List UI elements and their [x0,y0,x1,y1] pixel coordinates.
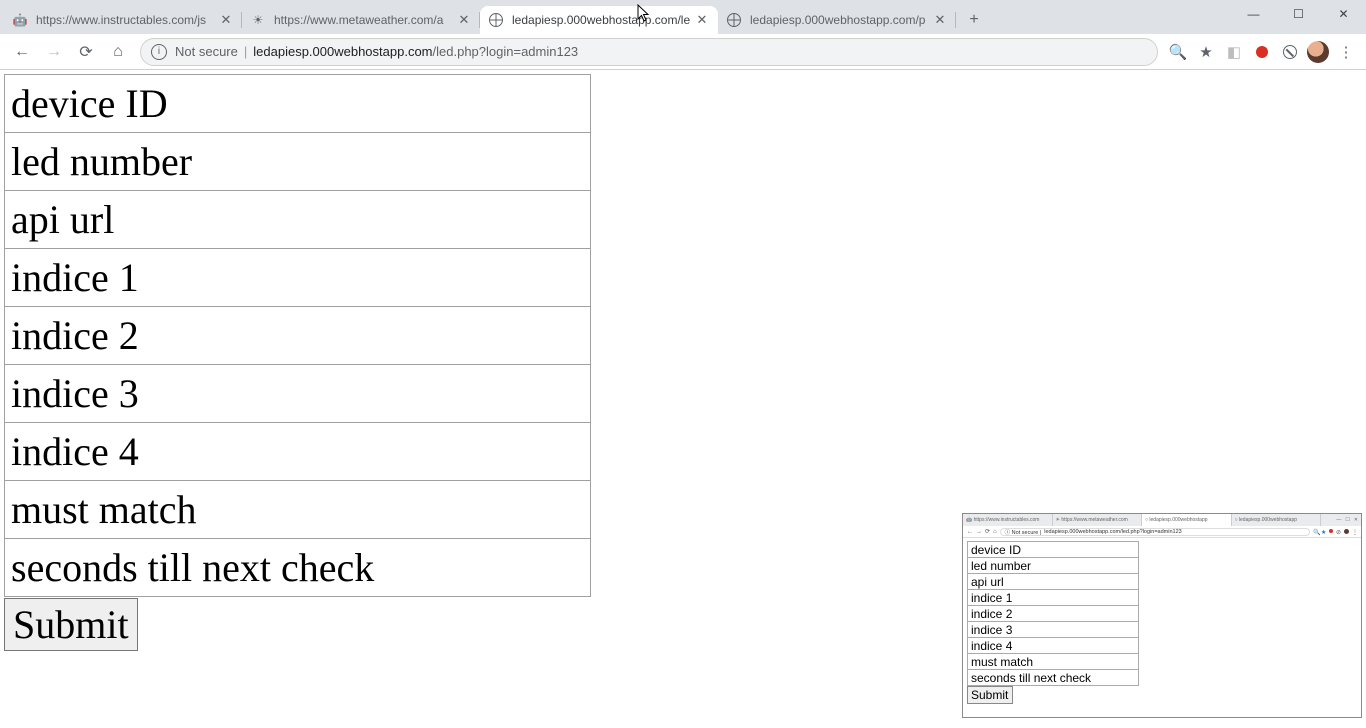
api-url-input[interactable] [4,190,591,249]
tab-ledapiesp-active[interactable]: ledapiesp.000webhostapp.com/le ✕ [480,6,718,34]
url-host: ledapiesp.000webhostapp.com [253,44,432,59]
seconds-input[interactable] [4,538,591,597]
browser-chrome: 🤖 https://www.instructables.com/js ✕ ☀ h… [0,0,1366,70]
mini-tab: ☀ https://www.metaweather.com [1053,514,1143,526]
tab-instructables[interactable]: 🤖 https://www.instructables.com/js ✕ [4,6,242,34]
block-icon[interactable] [1276,38,1304,66]
extension-icon[interactable]: ◧ [1220,38,1248,66]
security-status: Not secure [175,44,238,59]
tab-ledapiesp-2[interactable]: ledapiesp.000webhostapp.com/p ✕ [718,6,956,34]
maximize-button[interactable]: ☐ [1276,0,1321,28]
mini-field: api url [967,573,1139,590]
mini-tab: ○ ledapiesp.000webhostapp [1232,514,1322,526]
tab-title: https://www.metaweather.com/a [274,13,456,27]
indice-2-input[interactable] [4,306,591,365]
tab-title: ledapiesp.000webhostapp.com/le [512,13,694,27]
mini-tab: 🤖 https://www.instructables.com [963,514,1053,526]
menu-button[interactable]: ⋮ [1332,38,1360,66]
back-button[interactable]: ← [8,38,36,66]
close-icon[interactable]: ✕ [456,12,472,28]
minimize-button[interactable]: — [1231,0,1276,28]
address-bar[interactable]: i Not secure | ledapiesp.000webhostapp.c… [140,38,1158,66]
mini-url: ledapiesp.000webhostapp.com/led.php?logi… [1044,529,1181,535]
close-window-button[interactable]: ✕ [1321,0,1366,28]
mini-field: must match [967,653,1139,670]
separator: | [244,44,247,59]
submit-button[interactable]: Submit [4,598,138,651]
led-number-input[interactable] [4,132,591,191]
url-path: /led.php?login=admin123 [433,44,579,59]
mini-field: indice 3 [967,621,1139,638]
close-icon[interactable]: ✕ [694,12,710,28]
zoom-icon[interactable]: 🔍 [1164,38,1192,66]
toolbar: ← → ⟳ ⌂ i Not secure | ledapiesp.000webh… [0,34,1366,70]
site-info-icon[interactable]: i [151,44,167,60]
close-icon[interactable]: ✕ [218,12,234,28]
globe-favicon-icon [488,12,504,28]
mini-field: device ID [967,541,1139,558]
home-button[interactable]: ⌂ [104,38,132,66]
mini-field: indice 1 [967,589,1139,606]
indice-3-input[interactable] [4,364,591,423]
mini-field: indice 4 [967,637,1139,654]
mini-tab: ○ ledapiesp.000webhostapp [1142,514,1232,526]
device-id-input[interactable] [4,74,591,133]
new-tab-button[interactable]: + [960,6,988,34]
profile-avatar[interactable] [1304,38,1332,66]
forward-button[interactable]: → [40,38,68,66]
tab-title: ledapiesp.000webhostapp.com/p [750,13,932,27]
instructables-favicon-icon: 🤖 [12,12,28,28]
mini-field: led number [967,557,1139,574]
window-controls: — ☐ ✕ [1231,0,1366,28]
must-match-input[interactable] [4,480,591,539]
mini-field: indice 2 [967,605,1139,622]
globe-favicon-icon [726,12,742,28]
preview-thumbnail: 🤖 https://www.instructables.com ☀ https:… [962,513,1362,718]
bookmark-star-icon[interactable]: ★ [1192,38,1220,66]
tab-title: https://www.instructables.com/js [36,13,218,27]
mini-field: seconds till next check [967,669,1139,686]
close-icon[interactable]: ✕ [932,12,948,28]
record-icon[interactable] [1248,38,1276,66]
tab-metaweather[interactable]: ☀ https://www.metaweather.com/a ✕ [242,6,480,34]
indice-1-input[interactable] [4,248,591,307]
reload-button[interactable]: ⟳ [72,38,100,66]
tab-strip: 🤖 https://www.instructables.com/js ✕ ☀ h… [0,0,1366,34]
metaweather-favicon-icon: ☀ [250,12,266,28]
mini-submit: Submit [967,686,1013,704]
indice-4-input[interactable] [4,422,591,481]
toolbar-icons: 🔍 ★ ◧ ⋮ [1164,38,1360,66]
